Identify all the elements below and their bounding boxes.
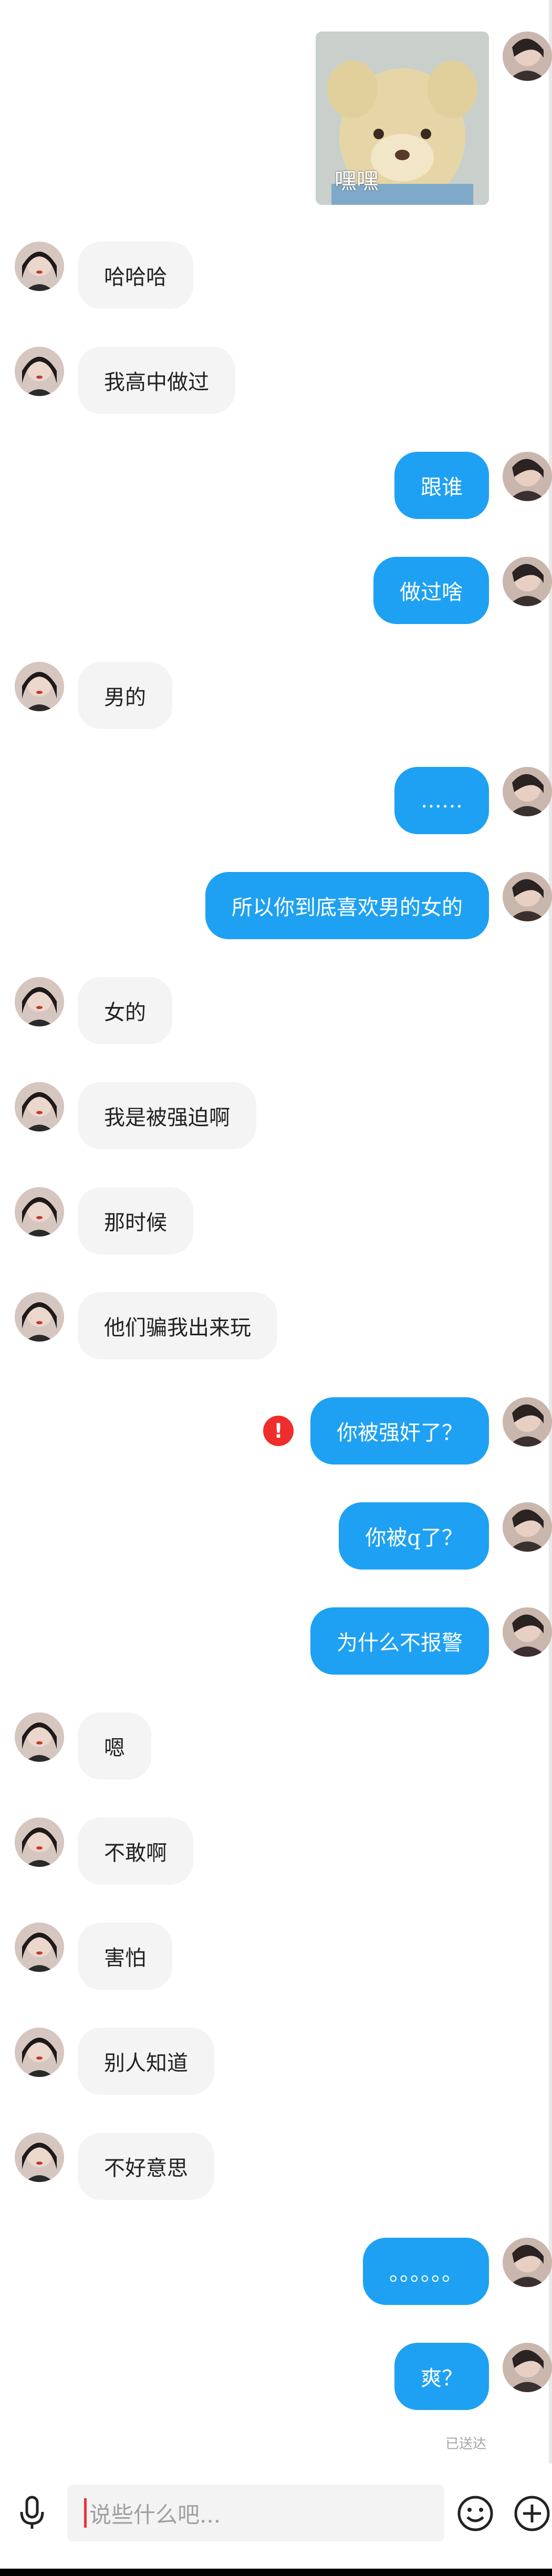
- message-row: ……: [0, 767, 552, 835]
- message-row: 为什么不报警: [0, 1607, 552, 1676]
- received-message-bubble[interactable]: 不敢啊: [78, 1817, 193, 1885]
- contact-avatar[interactable]: [15, 2133, 64, 2182]
- contact-avatar[interactable]: [15, 1292, 64, 1342]
- sent-message-bubble[interactable]: 所以你到底喜欢男的女的: [205, 872, 489, 939]
- sent-message-bubble[interactable]: ……: [394, 767, 489, 834]
- contact-avatar[interactable]: [15, 1817, 64, 1867]
- message-row: 别人知道: [0, 2028, 552, 2096]
- message-row: 所以你到底喜欢男的女的: [0, 872, 552, 940]
- message-row: 不好意思: [0, 2133, 552, 2201]
- my-avatar[interactable]: [503, 767, 552, 816]
- message-input-placeholder: 说些什么吧...: [89, 2502, 221, 2528]
- message-input[interactable]: 说些什么吧...: [67, 2485, 444, 2541]
- message-row: 。。。。。。: [0, 2238, 552, 2306]
- sticker-caption: 嘿嘿: [335, 168, 379, 194]
- message-row: 做过啥: [0, 557, 552, 625]
- my-avatar[interactable]: [503, 1397, 552, 1447]
- plus-icon[interactable]: [513, 2494, 551, 2533]
- message-row: 你被q了？: [0, 1502, 552, 1571]
- message-row: 爽？: [0, 2343, 552, 2411]
- message-row: 我高中做过: [0, 347, 552, 415]
- message-row: 男的: [0, 662, 552, 730]
- sent-message-bubble[interactable]: 爽？: [394, 2343, 489, 2410]
- received-message-bubble[interactable]: 害怕: [78, 1923, 172, 1990]
- error-icon[interactable]: !: [263, 1416, 294, 1446]
- contact-avatar[interactable]: [15, 1923, 64, 1972]
- received-message-bubble[interactable]: 别人知道: [78, 2028, 214, 2095]
- message-row: 那时候: [0, 1187, 552, 1255]
- sent-message-bubble[interactable]: 为什么不报警: [310, 1607, 489, 1675]
- sent-message-bubble[interactable]: 做过啥: [373, 557, 489, 624]
- contact-avatar[interactable]: [15, 347, 64, 396]
- my-avatar[interactable]: [503, 557, 552, 606]
- contact-avatar[interactable]: [15, 977, 64, 1026]
- contact-avatar[interactable]: [15, 242, 64, 291]
- received-message-bubble[interactable]: 他们骗我出来玩: [78, 1292, 277, 1359]
- message-row: 不敢啊: [0, 1817, 552, 1886]
- message-row: 跟谁: [0, 452, 552, 520]
- microphone-icon[interactable]: [14, 2494, 50, 2531]
- emoji-icon[interactable]: [456, 2494, 495, 2533]
- system-nav-bar: [0, 2569, 552, 2576]
- sent-message-bubble[interactable]: 你被q了？: [339, 1502, 489, 1570]
- received-message-bubble[interactable]: 哈哈哈: [78, 242, 193, 309]
- message-row: 他们骗我出来玩: [0, 1292, 552, 1360]
- message-row: 嗯: [0, 1712, 552, 1781]
- my-avatar[interactable]: [503, 2343, 552, 2392]
- sticker-message: 嘿嘿: [0, 32, 552, 210]
- sent-message-bubble[interactable]: 你被强奸了？: [310, 1397, 489, 1464]
- sent-message-bubble[interactable]: 。。。。。。: [363, 2238, 489, 2305]
- sent-message-bubble[interactable]: 跟谁: [394, 452, 489, 519]
- contact-avatar[interactable]: [15, 1187, 64, 1237]
- received-message-bubble[interactable]: 女的: [78, 977, 172, 1044]
- my-avatar[interactable]: [503, 1502, 552, 1552]
- message-row: 害怕: [0, 1923, 552, 1991]
- sticker-image[interactable]: 嘿嘿: [316, 32, 489, 205]
- message-row: 女的: [0, 977, 552, 1045]
- my-avatar[interactable]: [503, 32, 552, 81]
- contact-avatar[interactable]: [15, 2028, 64, 2077]
- my-avatar[interactable]: [503, 452, 552, 501]
- message-row: 哈哈哈: [0, 242, 552, 310]
- contact-avatar[interactable]: [15, 662, 64, 711]
- input-bar: 说些什么吧...: [0, 2469, 552, 2569]
- contact-avatar[interactable]: [15, 1082, 64, 1131]
- received-message-bubble[interactable]: 嗯: [78, 1712, 151, 1780]
- read-status: 已送达: [445, 2436, 486, 2452]
- received-message-bubble[interactable]: 男的: [78, 662, 172, 729]
- my-avatar[interactable]: [503, 2238, 552, 2287]
- my-avatar[interactable]: [503, 872, 552, 921]
- received-message-bubble[interactable]: 我高中做过: [78, 347, 235, 414]
- received-message-bubble[interactable]: 不好意思: [78, 2133, 214, 2200]
- message-row: 你被强奸了？!: [0, 1397, 552, 1466]
- text-cursor: [84, 2498, 87, 2528]
- received-message-bubble[interactable]: 那时候: [78, 1187, 193, 1254]
- contact-avatar[interactable]: [15, 1712, 64, 1762]
- received-message-bubble[interactable]: 我是被强迫啊: [78, 1082, 256, 1149]
- message-row: 我是被强迫啊: [0, 1082, 552, 1150]
- my-avatar[interactable]: [503, 1607, 552, 1657]
